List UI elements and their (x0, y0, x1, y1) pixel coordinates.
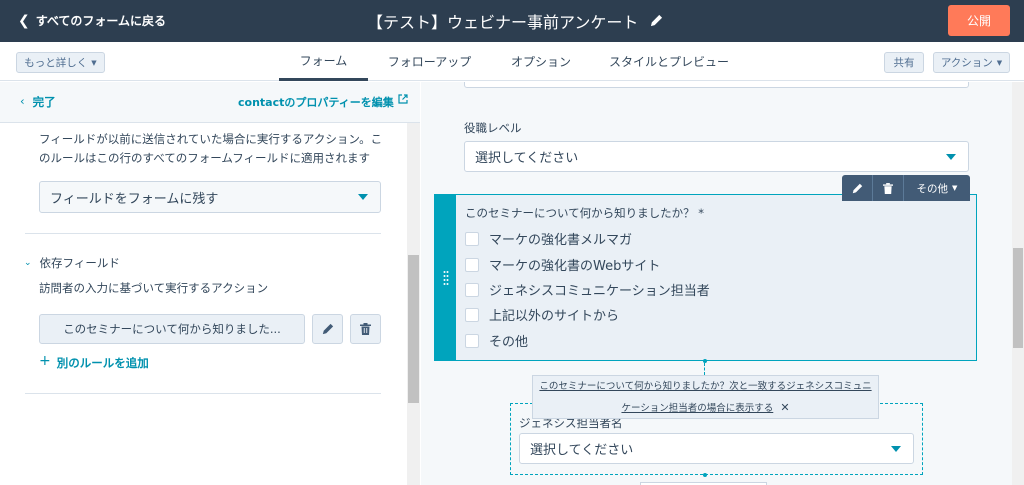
previous-field-input[interactable] (464, 82, 969, 88)
checkbox-option-label: マーケの強化書メルマガ (489, 233, 633, 248)
pencil-icon (852, 183, 862, 193)
job-level-label: 役職レベル (464, 121, 522, 135)
field-action-description: フィールドが以前に送信されていた場合に実行するアクション。このルールはこの行のす… (39, 132, 383, 165)
done-link[interactable]: ‹ 完了 (20, 94, 56, 110)
more-details-button[interactable]: もっと詳しく ▼ (16, 52, 105, 73)
more-details-label: もっと詳しく (24, 57, 88, 69)
preview-scrollbar-thumb[interactable] (1013, 248, 1023, 348)
tab-style-preview-label: スタイルとプレビュー (608, 55, 729, 69)
chevron-left-icon: ❮ (18, 12, 30, 29)
add-rule-link[interactable]: + 別のルールを追加 (39, 353, 149, 371)
edit-properties-label: contactのプロパティーを編集 (238, 96, 394, 109)
add-rule-label: 別のルールを追加 (56, 356, 149, 370)
plus-icon: + (39, 353, 51, 369)
actions-label: アクション (940, 57, 993, 69)
left-panel-scrollbar-thumb[interactable] (408, 255, 419, 403)
tab-form[interactable]: フォーム (279, 42, 368, 81)
publish-button[interactable]: 公開 (948, 5, 1010, 36)
edit-rule-button[interactable] (312, 314, 343, 344)
drag-handle-icon (443, 270, 448, 285)
dependency-rule-text-line1[interactable]: このセミナーについて何から知りましたか？次と一致するジェネシスコミュニ (533, 376, 878, 397)
dependent-field-placeholder: 選択してください (530, 443, 634, 458)
dependency-rule-tooltip: このセミナーについて何から知りましたか？次と一致するジェネシスコミュニ ケーショ… (532, 375, 879, 419)
dependent-field-select[interactable]: 選択してください (519, 433, 914, 464)
checkbox-option[interactable]: マーケの強化書のWebサイト (465, 255, 660, 274)
checkbox[interactable] (465, 333, 479, 348)
tab-follow-up-label: フォローアップ (387, 55, 472, 69)
external-link-icon (398, 94, 408, 110)
edit-field-button[interactable] (842, 175, 873, 201)
share-button[interactable]: 共有 (884, 52, 924, 73)
checkbox[interactable] (465, 257, 479, 272)
caret-down-icon (358, 194, 368, 200)
field-toolbar: その他 ▼ (842, 175, 970, 201)
caret-down-icon (946, 153, 956, 160)
sub-navigation: もっと詳しく ▼ フォーム フォローアップ オプション スタイルとプレビュー 共… (0, 42, 1024, 81)
close-icon[interactable]: ✕ (780, 401, 789, 414)
checkbox-option[interactable]: マーケの強化書メルマガ (465, 229, 632, 248)
edit-properties-link[interactable]: contactのプロパティーを編集 (238, 94, 408, 110)
more-field-actions-label: その他 (916, 182, 949, 195)
back-link-label: すべてのフォームに戻る (35, 14, 167, 28)
top-bar: ❮ すべてのフォームに戻る 【テスト】ウェビナー事前アンケート 公開 (0, 0, 1024, 42)
field-action-select[interactable]: フィールドをフォームに残す (39, 181, 381, 213)
pencil-icon[interactable] (650, 12, 663, 31)
checkbox-option-label: ジェネシスコミュニケーション担当者 (489, 284, 710, 299)
share-label: 共有 (893, 57, 915, 69)
delete-rule-button[interactable] (350, 314, 381, 344)
caret-down-icon: ▼ (952, 184, 958, 192)
trash-icon (883, 182, 893, 194)
caret-down-icon (891, 445, 901, 452)
checkbox[interactable] (465, 282, 479, 297)
dependent-rule-button[interactable]: このセミナーについて何から知りました... (39, 314, 305, 344)
connector-dot (703, 473, 707, 477)
tab-form-label: フォーム (299, 53, 348, 68)
dependent-fields-title: 依存フィールド (39, 256, 120, 270)
dependent-fields-toggle[interactable]: ⌄ 依存フィールド (24, 255, 120, 271)
divider (25, 393, 381, 394)
selected-field-block[interactable]: このセミナーについて何から知りましたか？ * マーケの強化書メルマガ マーケの強… (434, 194, 977, 361)
divider (25, 233, 381, 234)
caret-down-icon: ▼ (996, 58, 1003, 67)
done-label: 完了 (32, 95, 56, 109)
job-level-select[interactable]: 選択してください (464, 141, 969, 172)
chevron-down-icon: ⌄ (24, 258, 32, 268)
dependency-rule-text-line2[interactable]: ケーション担当者の場合に表示する (621, 403, 773, 414)
checkbox-option[interactable]: 上記以外のサイトから (465, 305, 619, 324)
trash-icon (360, 323, 371, 335)
back-to-forms-link[interactable]: ❮ すべてのフォームに戻る (18, 12, 166, 29)
tab-style-preview[interactable]: スタイルとプレビュー (601, 42, 737, 81)
pencil-icon (322, 323, 333, 335)
chevron-left-icon: ‹ (20, 94, 25, 108)
connector-line (704, 363, 705, 375)
drag-handle[interactable] (435, 195, 456, 360)
actions-button[interactable]: アクション ▼ (933, 52, 1010, 73)
form-title-text: 【テスト】ウェビナー事前アンケート (367, 13, 639, 32)
checkbox[interactable] (465, 231, 479, 246)
tab-options-label: オプション (510, 55, 571, 69)
checkbox-option-label: その他 (489, 335, 529, 350)
caret-down-icon: ▼ (91, 58, 97, 67)
checkbox-option-label: 上記以外のサイトから (489, 309, 620, 324)
more-field-actions-button[interactable]: その他 ▼ (904, 175, 970, 201)
checkbox-option[interactable]: その他 (465, 331, 528, 350)
dependent-rule-label: このセミナーについて何から知りました... (63, 322, 281, 336)
checkbox[interactable] (465, 307, 479, 322)
question-label: このセミナーについて何から知りましたか？ * (465, 206, 705, 220)
checkbox-option[interactable]: ジェネシスコミュニケーション担当者 (465, 280, 710, 299)
form-title: 【テスト】ウェビナー事前アンケート (367, 9, 663, 33)
field-action-value: フィールドをフォームに残す (50, 191, 219, 207)
tab-follow-up[interactable]: フォローアップ (378, 42, 481, 81)
job-level-placeholder: 選択してください (475, 151, 579, 166)
form-preview: 役職レベル 選択してください このセミナーについて何から知りましたか？ * マー… (421, 82, 1024, 485)
checkbox-option-label: マーケの強化書のWebサイト (489, 259, 661, 274)
tab-options[interactable]: オプション (502, 42, 580, 81)
left-panel-header: ‹ 完了 contactのプロパティーを編集 (0, 82, 420, 123)
dependent-fields-description: 訪問者の入力に基づいて実行するアクション (39, 281, 269, 295)
delete-field-button[interactable] (873, 175, 904, 201)
